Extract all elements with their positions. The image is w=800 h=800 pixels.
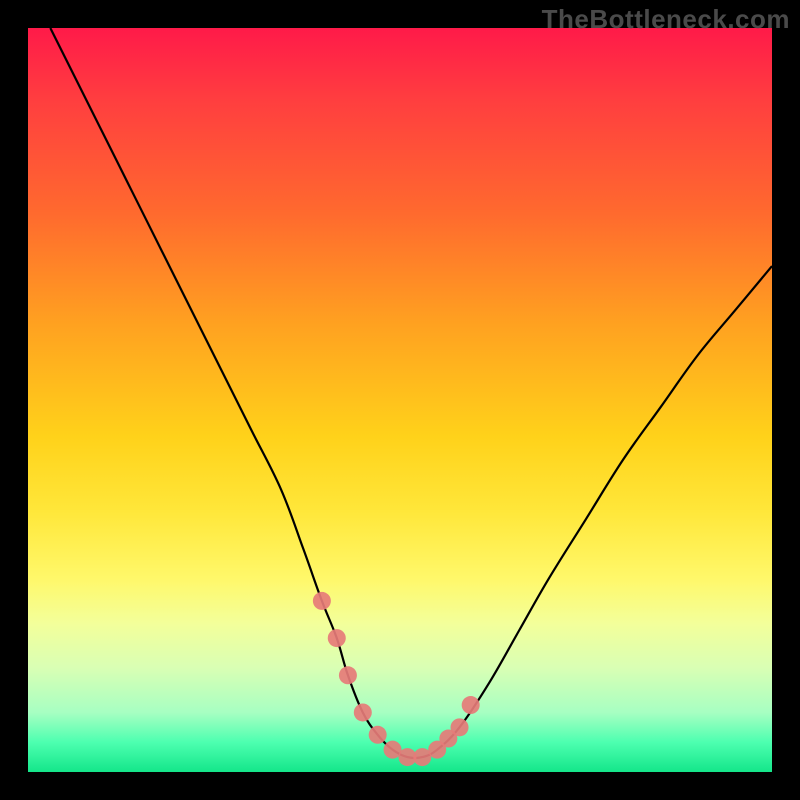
- plot-background: [28, 28, 772, 772]
- chart-frame: TheBottleneck.com: [0, 0, 800, 800]
